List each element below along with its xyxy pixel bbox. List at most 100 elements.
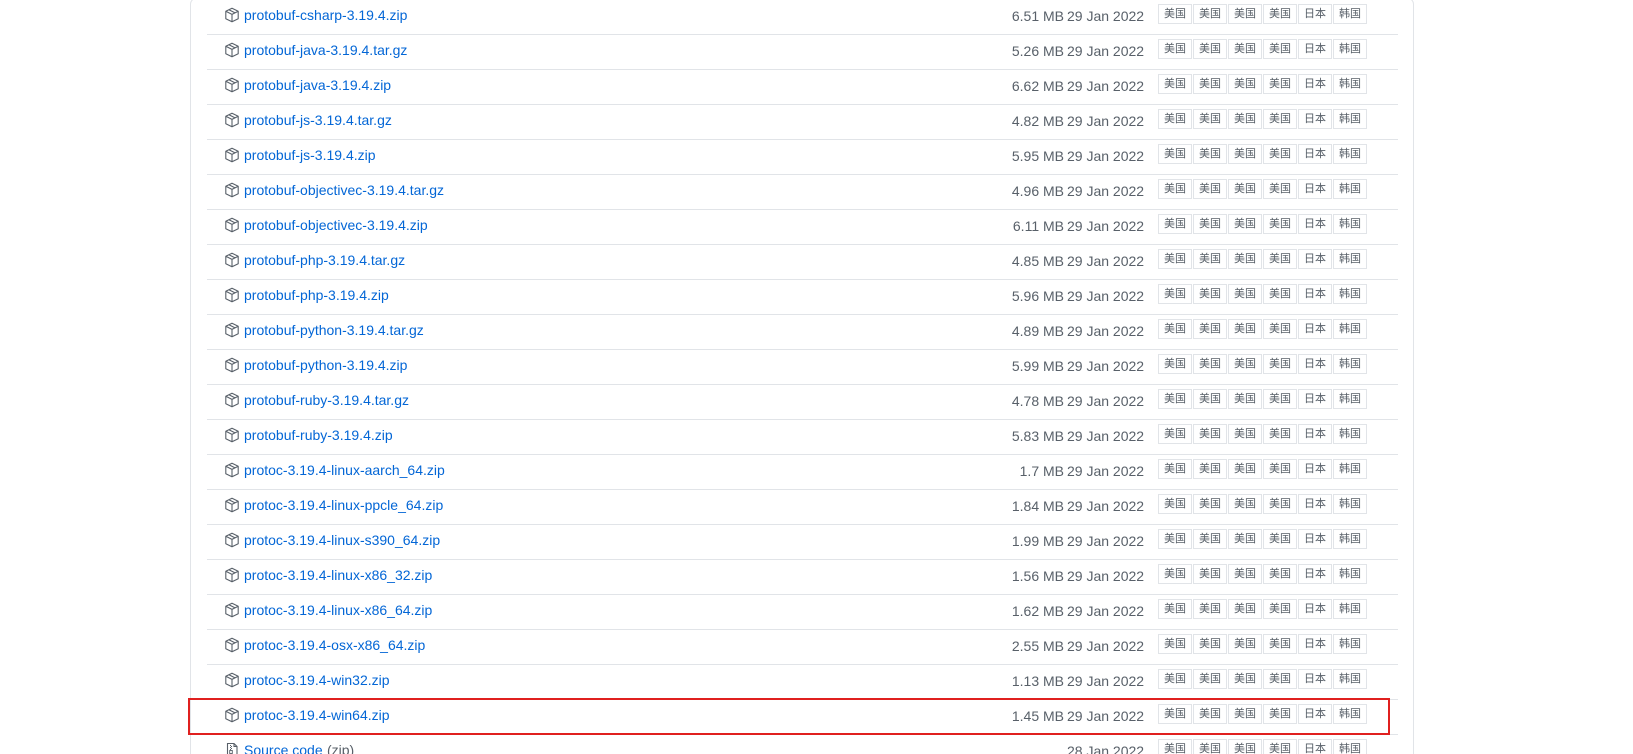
asset-link[interactable]: protobuf-js-3.19.4.zip xyxy=(244,146,376,164)
mirror-button[interactable]: 美国 xyxy=(1263,319,1297,339)
mirror-button[interactable]: 韩国 xyxy=(1333,4,1367,24)
mirror-button[interactable]: 美国 xyxy=(1228,704,1262,724)
mirror-button[interactable]: 美国 xyxy=(1193,249,1227,269)
asset-link[interactable]: protoc-3.19.4-win32.zip xyxy=(244,671,390,689)
mirror-button[interactable]: 美国 xyxy=(1158,564,1192,584)
mirror-button[interactable]: 韩国 xyxy=(1333,529,1367,549)
mirror-button[interactable]: 日本 xyxy=(1298,704,1332,724)
mirror-button[interactable]: 美国 xyxy=(1193,634,1227,654)
mirror-button[interactable]: 日本 xyxy=(1298,669,1332,689)
mirror-button[interactable]: 美国 xyxy=(1263,529,1297,549)
mirror-button[interactable]: 日本 xyxy=(1298,494,1332,514)
asset-link[interactable]: protobuf-python-3.19.4.tar.gz xyxy=(244,321,424,339)
mirror-button[interactable]: 美国 xyxy=(1158,389,1192,409)
mirror-button[interactable]: 韩国 xyxy=(1333,214,1367,234)
asset-link[interactable]: protoc-3.19.4-win64.zip xyxy=(244,706,390,724)
mirror-button[interactable]: 日本 xyxy=(1298,424,1332,444)
mirror-button[interactable]: 韩国 xyxy=(1333,319,1367,339)
mirror-button[interactable]: 美国 xyxy=(1158,704,1192,724)
mirror-button[interactable]: 美国 xyxy=(1158,144,1192,164)
mirror-button[interactable]: 美国 xyxy=(1193,109,1227,129)
asset-suffix[interactable]: (zip) xyxy=(327,742,354,754)
mirror-button[interactable]: 韩国 xyxy=(1333,599,1367,619)
asset-link[interactable]: protobuf-python-3.19.4.zip xyxy=(244,356,407,374)
mirror-button[interactable]: 日本 xyxy=(1298,109,1332,129)
mirror-button[interactable]: 日本 xyxy=(1298,354,1332,374)
mirror-button[interactable]: 美国 xyxy=(1228,179,1262,199)
mirror-button[interactable]: 美国 xyxy=(1158,634,1192,654)
mirror-button[interactable]: 美国 xyxy=(1263,424,1297,444)
mirror-button[interactable]: 韩国 xyxy=(1333,354,1367,374)
mirror-button[interactable]: 美国 xyxy=(1263,494,1297,514)
mirror-button[interactable]: 美国 xyxy=(1263,249,1297,269)
mirror-button[interactable]: 美国 xyxy=(1228,669,1262,689)
mirror-button[interactable]: 日本 xyxy=(1298,39,1332,59)
mirror-button[interactable]: 美国 xyxy=(1263,564,1297,584)
asset-link[interactable]: protobuf-objectivec-3.19.4.zip xyxy=(244,216,428,234)
asset-link[interactable]: protobuf-java-3.19.4.zip xyxy=(244,76,391,94)
mirror-button[interactable]: 日本 xyxy=(1298,284,1332,304)
mirror-button[interactable]: 美国 xyxy=(1263,74,1297,94)
mirror-button[interactable]: 美国 xyxy=(1228,319,1262,339)
mirror-button[interactable]: 美国 xyxy=(1263,4,1297,24)
mirror-button[interactable]: 韩国 xyxy=(1333,564,1367,584)
mirror-button[interactable]: 日本 xyxy=(1298,214,1332,234)
mirror-button[interactable]: 美国 xyxy=(1263,39,1297,59)
mirror-button[interactable]: 美国 xyxy=(1193,739,1227,754)
mirror-button[interactable]: 美国 xyxy=(1158,179,1192,199)
mirror-button[interactable]: 美国 xyxy=(1228,494,1262,514)
asset-link[interactable]: protoc-3.19.4-osx-x86_64.zip xyxy=(244,636,425,654)
mirror-button[interactable]: 美国 xyxy=(1228,74,1262,94)
mirror-button[interactable]: 美国 xyxy=(1193,354,1227,374)
mirror-button[interactable]: 美国 xyxy=(1193,74,1227,94)
asset-link[interactable]: protobuf-csharp-3.19.4.zip xyxy=(244,6,407,24)
mirror-button[interactable]: 美国 xyxy=(1263,669,1297,689)
mirror-button[interactable]: 日本 xyxy=(1298,179,1332,199)
mirror-button[interactable]: 美国 xyxy=(1263,389,1297,409)
mirror-button[interactable]: 日本 xyxy=(1298,4,1332,24)
mirror-button[interactable]: 日本 xyxy=(1298,599,1332,619)
mirror-button[interactable]: 美国 xyxy=(1263,214,1297,234)
mirror-button[interactable]: 美国 xyxy=(1158,459,1192,479)
mirror-button[interactable]: 美国 xyxy=(1158,39,1192,59)
mirror-button[interactable]: 韩国 xyxy=(1333,284,1367,304)
asset-link[interactable]: protobuf-ruby-3.19.4.tar.gz xyxy=(244,391,409,409)
mirror-button[interactable]: 美国 xyxy=(1228,39,1262,59)
mirror-button[interactable]: 日本 xyxy=(1298,634,1332,654)
mirror-button[interactable]: 日本 xyxy=(1298,459,1332,479)
mirror-button[interactable]: 美国 xyxy=(1228,739,1262,754)
mirror-button[interactable]: 美国 xyxy=(1228,284,1262,304)
mirror-button[interactable]: 韩国 xyxy=(1333,179,1367,199)
mirror-button[interactable]: 美国 xyxy=(1228,634,1262,654)
mirror-button[interactable]: 美国 xyxy=(1193,39,1227,59)
mirror-button[interactable]: 美国 xyxy=(1263,599,1297,619)
mirror-button[interactable]: 日本 xyxy=(1298,319,1332,339)
mirror-button[interactable]: 美国 xyxy=(1193,564,1227,584)
mirror-button[interactable]: 美国 xyxy=(1158,4,1192,24)
mirror-button[interactable]: 韩国 xyxy=(1333,109,1367,129)
asset-link[interactable]: protoc-3.19.4-linux-x86_64.zip xyxy=(244,601,432,619)
mirror-button[interactable]: 美国 xyxy=(1193,459,1227,479)
mirror-button[interactable]: 美国 xyxy=(1228,599,1262,619)
mirror-button[interactable]: 美国 xyxy=(1193,144,1227,164)
mirror-button[interactable]: 美国 xyxy=(1158,354,1192,374)
mirror-button[interactable]: 美国 xyxy=(1228,389,1262,409)
mirror-button[interactable]: 日本 xyxy=(1298,739,1332,754)
mirror-button[interactable]: 美国 xyxy=(1158,669,1192,689)
mirror-button[interactable]: 韩国 xyxy=(1333,634,1367,654)
mirror-button[interactable]: 美国 xyxy=(1228,214,1262,234)
mirror-button[interactable]: 美国 xyxy=(1158,424,1192,444)
mirror-button[interactable]: 美国 xyxy=(1193,704,1227,724)
mirror-button[interactable]: 美国 xyxy=(1158,214,1192,234)
mirror-button[interactable]: 韩国 xyxy=(1333,39,1367,59)
mirror-button[interactable]: 美国 xyxy=(1193,424,1227,444)
mirror-button[interactable]: 美国 xyxy=(1228,354,1262,374)
mirror-button[interactable]: 美国 xyxy=(1193,599,1227,619)
mirror-button[interactable]: 美国 xyxy=(1263,144,1297,164)
mirror-button[interactable]: 美国 xyxy=(1263,459,1297,479)
mirror-button[interactable]: 美国 xyxy=(1263,284,1297,304)
mirror-button[interactable]: 韩国 xyxy=(1333,389,1367,409)
mirror-button[interactable]: 美国 xyxy=(1263,179,1297,199)
asset-link[interactable]: protoc-3.19.4-linux-s390_64.zip xyxy=(244,531,440,549)
mirror-button[interactable]: 美国 xyxy=(1228,564,1262,584)
